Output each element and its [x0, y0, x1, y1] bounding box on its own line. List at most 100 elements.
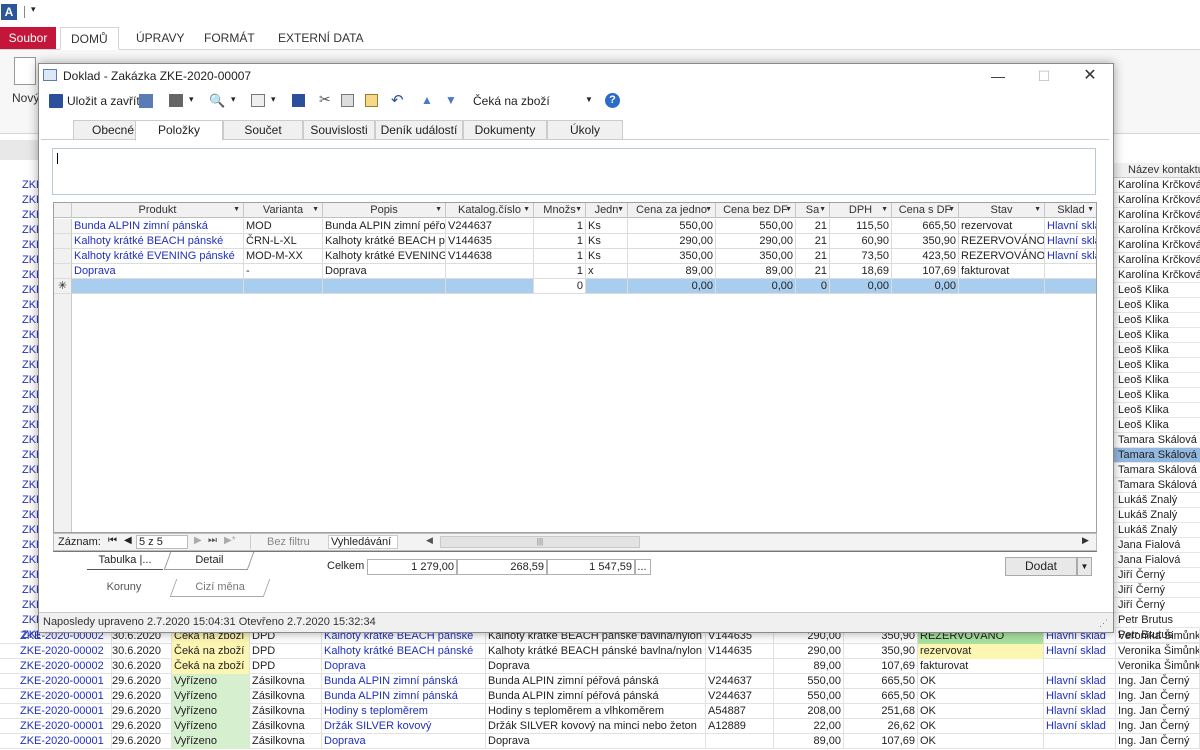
undo-icon[interactable]: ↶ [391, 91, 404, 109]
status-dropdown-icon[interactable]: ▼ [585, 95, 593, 104]
contact-name-column-header[interactable]: Název kontaktu [1114, 163, 1200, 178]
contact-row[interactable]: Jiří Černý [1114, 598, 1200, 613]
grid-cell[interactable]: Kalhoty krátké EVENING [323, 249, 446, 264]
row-selector[interactable] [54, 219, 72, 234]
order-code-cell[interactable]: ZKE [0, 463, 40, 478]
order-code-cell[interactable]: ZKE [0, 538, 40, 553]
grid-corner[interactable] [54, 203, 72, 218]
view-tab-table[interactable]: Tabulka |... [87, 552, 163, 570]
grid-cell[interactable]: Bunda ALPIN zimní péřov [323, 219, 446, 234]
contact-row[interactable]: Tamara Skálová [1114, 448, 1200, 463]
order-code-cell[interactable]: ZKE [0, 568, 40, 583]
move-down-icon[interactable]: ▼ [445, 93, 457, 107]
contact-row[interactable]: Leoš Klika [1114, 343, 1200, 358]
currency-tab-czk[interactable]: Koruny [79, 579, 169, 597]
help-icon[interactable]: ? [605, 93, 620, 108]
contact-row[interactable]: Karolína Krčková [1114, 238, 1200, 253]
order-code-cell[interactable]: ZKE [0, 613, 40, 628]
no-filter-button[interactable]: Bez filtru [250, 535, 326, 549]
grid-cell[interactable]: V144638 [446, 249, 534, 264]
grid-cell[interactable] [1045, 279, 1096, 294]
grid-cell[interactable]: Ks [586, 249, 628, 264]
order-code-cell[interactable]: ZKE [0, 388, 40, 403]
contact-row[interactable]: Karolína Krčková [1114, 193, 1200, 208]
grid-cell[interactable]: ČRN-L-XL [244, 234, 323, 249]
grid-cell[interactable]: 60,90 [830, 234, 892, 249]
grid-cell[interactable]: 0 [534, 279, 586, 294]
grid-cell[interactable]: 21 [796, 249, 830, 264]
order-code-cell[interactable]: ZKE [0, 523, 40, 538]
grid-cell[interactable]: 0,00 [628, 279, 716, 294]
grid-cell[interactable] [244, 279, 323, 294]
grid-cell[interactable]: 0 [796, 279, 830, 294]
order-code-cell[interactable]: ZKE [0, 223, 40, 238]
contact-row[interactable]: Leoš Klika [1114, 298, 1200, 313]
column-filter-dropdown-icon[interactable]: ▼ [435, 203, 442, 217]
file-tab[interactable]: Soubor [0, 27, 56, 49]
contact-row[interactable]: Jana Fialová [1114, 538, 1200, 553]
column-filter-dropdown-icon[interactable]: ▼ [523, 203, 530, 217]
contact-row[interactable]: Karolína Krčková [1114, 208, 1200, 223]
grid-cell[interactable]: 665,50 [892, 219, 959, 234]
preview-icon[interactable]: 🔍 [209, 93, 225, 109]
tab-items[interactable]: Položky [135, 120, 223, 141]
contact-row[interactable]: Leoš Klika [1114, 388, 1200, 403]
grid-cell[interactable]: 89,00 [628, 264, 716, 279]
grid-cell[interactable]: 115,50 [830, 219, 892, 234]
order-code-cell[interactable]: ZKE [0, 283, 40, 298]
totals-more-button[interactable]: ... [635, 559, 651, 575]
contact-row[interactable]: Petr Brutus [1114, 613, 1200, 628]
grid-cell[interactable]: Doprava [72, 264, 244, 279]
column-filter-dropdown-icon[interactable]: ▼ [575, 203, 582, 217]
currency-tab-foreign[interactable]: Cizí měna [169, 579, 271, 597]
grid-cell[interactable]: 290,00 [628, 234, 716, 249]
status-select[interactable]: Čeká na zboží [469, 91, 621, 111]
grid-cell[interactable]: 18,69 [830, 264, 892, 279]
grid-cell[interactable]: Kalhoty krátké BEACH pánské [72, 234, 244, 249]
order-code-cell[interactable]: ZKE [0, 343, 40, 358]
grid-cell[interactable]: Bunda ALPIN zimní pánská [72, 219, 244, 234]
save-as-icon[interactable] [139, 94, 153, 108]
grid-cell[interactable]: - [244, 264, 323, 279]
grid-cell[interactable]: Hlavní skla [1045, 234, 1096, 249]
new-record-icon[interactable]: ▶* [224, 535, 236, 546]
grid-cell[interactable]: 1 [534, 219, 586, 234]
column-filter-dropdown-icon[interactable]: ▼ [1034, 203, 1041, 217]
grid-cell[interactable]: 1 [534, 234, 586, 249]
order-code-cell[interactable]: ZKE [0, 448, 40, 463]
column-header[interactable]: Popis ▼ [323, 203, 446, 218]
column-header[interactable]: Cena za jedno ▼ [628, 203, 716, 218]
grid-cell[interactable]: 350,90 [892, 234, 959, 249]
column-header[interactable]: Množs ▼ [534, 203, 586, 218]
grid-cell[interactable]: 350,00 [716, 249, 796, 264]
contact-row[interactable]: Jiří Černý [1114, 568, 1200, 583]
column-filter-dropdown-icon[interactable]: ▼ [819, 203, 826, 217]
grid-cell[interactable]: 1 [534, 249, 586, 264]
move-up-icon[interactable]: ▲ [421, 93, 433, 107]
table-row[interactable]: ZKE-2020-00002 30.6.2020 Čeká na zboží DPD D… [0, 659, 1200, 674]
order-code-cell[interactable]: ZKE [0, 433, 40, 448]
new-document-icon[interactable] [14, 57, 36, 85]
ribbon-tab-edit[interactable]: ÚPRAVY [126, 27, 194, 50]
print-dropdown-icon[interactable]: ▾ [189, 94, 194, 105]
grid-cell[interactable]: MOD [244, 219, 323, 234]
order-code-cell[interactable]: ZKE [0, 268, 40, 283]
print-icon[interactable] [169, 94, 183, 107]
order-code-cell[interactable]: ZKE [0, 418, 40, 433]
grid-cell[interactable]: 21 [796, 264, 830, 279]
horizontal-scrollbar[interactable]: ||| [440, 536, 640, 548]
grid-cell[interactable]: 550,00 [628, 219, 716, 234]
order-code-cell[interactable]: ZKE [0, 178, 40, 193]
grid-cell[interactable] [446, 279, 534, 294]
grid-cell[interactable] [959, 279, 1045, 294]
order-code-cell[interactable]: ZKE [0, 373, 40, 388]
grid-cell[interactable]: 550,00 [716, 219, 796, 234]
contact-row[interactable]: Tamara Skálová [1114, 433, 1200, 448]
contact-row[interactable]: Lukáš Znalý [1114, 508, 1200, 523]
table-row[interactable]: ZKE-2020-00001 29.6.2020 Vyřízeno Zásilkovn… [0, 719, 1200, 734]
column-filter-dropdown-icon[interactable]: ▼ [312, 203, 319, 217]
note-textarea[interactable] [52, 148, 1096, 195]
attach-dropdown-icon[interactable]: ▾ [271, 94, 276, 105]
contact-row[interactable]: Jiří Černý [1114, 583, 1200, 598]
order-code-cell[interactable]: ZKE [0, 313, 40, 328]
